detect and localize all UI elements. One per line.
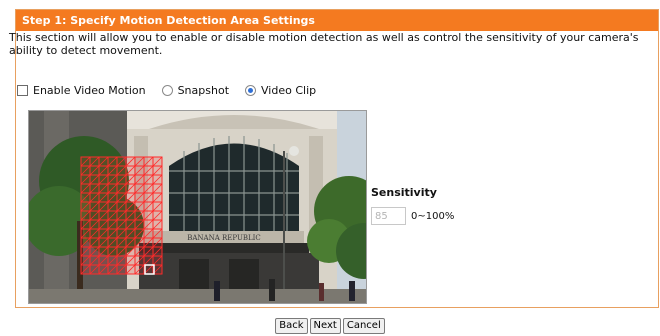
enable-video-motion-option[interactable]: Enable Video Motion	[17, 84, 146, 97]
enable-video-motion-checkbox[interactable]	[17, 84, 28, 96]
motion-detection-grid	[80, 156, 163, 275]
camera-preview[interactable]: BANANA REPUBLIC	[28, 110, 367, 304]
panel-title: Step 1: Specify Motion Detection Area Se…	[16, 10, 658, 31]
camera-image: BANANA REPUBLIC	[29, 111, 366, 303]
navigation-buttons: Back Next Cancel	[0, 318, 660, 334]
building-sign: BANANA REPUBLIC	[187, 234, 261, 242]
video-clip-label: Video Clip	[261, 83, 317, 97]
video-clip-option[interactable]: Video Clip	[245, 84, 316, 97]
sensitivity-range-label: 0~100%	[411, 211, 455, 222]
video-clip-radio[interactable]	[245, 84, 257, 96]
section-description: This section will allow you to enable or…	[9, 31, 639, 57]
next-button[interactable]: Next	[309, 318, 341, 334]
snapshot-label: Snapshot	[177, 83, 230, 97]
sensitivity-title: Sensitivity	[371, 186, 437, 199]
enable-video-motion-label: Enable Video Motion	[33, 83, 146, 97]
detection-options: Enable Video Motion Snapshot Video Clip	[17, 82, 316, 98]
cancel-button[interactable]: Cancel	[342, 318, 385, 334]
sensitivity-input[interactable]	[371, 207, 406, 225]
back-button[interactable]: Back	[275, 318, 308, 334]
snapshot-radio[interactable]	[161, 84, 173, 96]
snapshot-option[interactable]: Snapshot	[161, 83, 230, 97]
